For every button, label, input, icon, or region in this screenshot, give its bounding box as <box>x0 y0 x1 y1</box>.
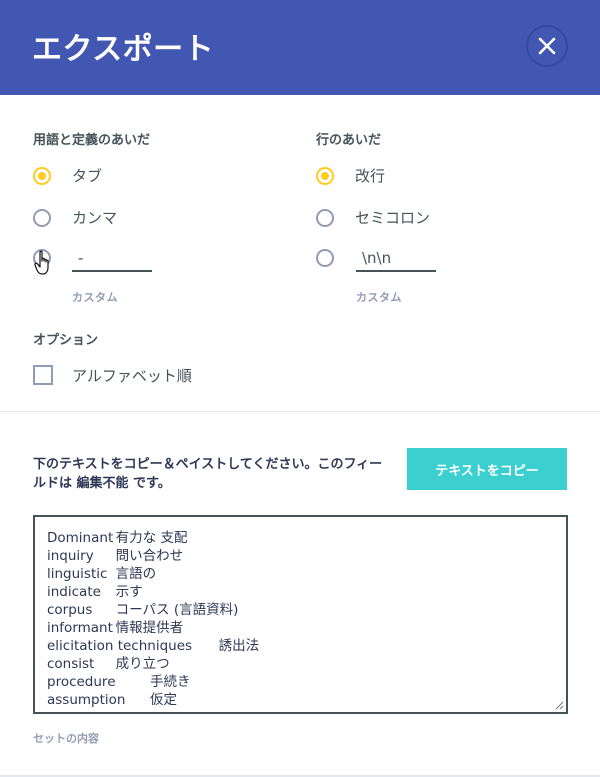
set-contents-caption: セットの内容 <box>33 732 99 745</box>
export-text-row: inquiry 問い合わせ <box>47 547 554 565</box>
export-text-row: corpus コーパス (言語資料) <box>47 601 554 619</box>
radio-row-custom-indicator[interactable] <box>316 249 334 267</box>
term-custom-input[interactable] <box>72 246 152 272</box>
dialog-title: エクスポート <box>32 32 215 67</box>
export-text-row: assumption 仮定 <box>47 691 554 709</box>
export-definition: 仮定 <box>150 692 177 708</box>
export-term: consist <box>47 656 95 672</box>
export-term: assumption <box>47 692 126 708</box>
export-term: indicate <box>47 584 101 600</box>
radio-term-custom[interactable] <box>33 249 51 267</box>
export-text-row: informant 情報提供者 <box>47 619 554 637</box>
radio-newline-indicator[interactable] <box>316 166 334 185</box>
export-definition: 問い合わせ <box>115 548 184 564</box>
radio-term-custom-indicator[interactable] <box>33 249 51 267</box>
export-definition: 情報提供者 <box>115 620 184 636</box>
export-definition: 手続き <box>150 674 191 690</box>
export-text-row: consist 成り立つ <box>47 655 554 673</box>
alphabetical-label: アルファベット順 <box>72 367 192 385</box>
row-custom-input[interactable] <box>356 246 436 272</box>
term-separator-label: 用語と定義のあいだ <box>33 133 151 148</box>
export-definition: 成り立つ <box>115 656 170 672</box>
radio-newline[interactable]: 改行 <box>316 165 385 186</box>
export-term: informant <box>47 620 113 636</box>
radio-tab-indicator[interactable] <box>33 166 51 185</box>
export-term: procedure <box>47 674 116 690</box>
close-button[interactable] <box>526 25 568 67</box>
export-text-row: indicate 示す <box>47 583 554 601</box>
term-custom-caption: カスタム <box>72 291 118 304</box>
resize-grip-icon[interactable] <box>554 700 564 710</box>
radio-tab[interactable]: タブ <box>33 165 102 186</box>
export-definition: 言語の <box>115 566 157 582</box>
close-icon <box>538 37 556 55</box>
radio-semicolon[interactable]: セミコロン <box>316 207 430 228</box>
export-definition: 有力な 支配 <box>115 530 188 546</box>
export-term: corpus <box>47 602 93 618</box>
export-text-rows: Dominant 有力な 支配 inquiry 問い合わせ linguistic 言… <box>47 529 554 709</box>
section-divider <box>0 411 600 412</box>
export-definition: コーパス (言語資料) <box>115 602 239 618</box>
copy-text-button[interactable]: テキストをコピー <box>407 448 567 490</box>
export-text-row: Dominant 有力な 支配 <box>47 529 554 547</box>
dialog-header: エクスポート <box>0 0 600 95</box>
export-term: inquiry <box>47 548 94 564</box>
export-term: linguistic <box>47 566 108 582</box>
row-separator-label: 行のあいだ <box>316 133 382 148</box>
radio-tab-label: タブ <box>72 167 103 185</box>
row-custom-caption: カスタム <box>356 291 402 304</box>
export-text-row: linguistic 言語の <box>47 565 554 583</box>
export-textarea[interactable]: Dominant 有力な 支配 inquiry 問い合わせ linguistic 言… <box>33 515 568 714</box>
radio-semicolon-label: セミコロン <box>355 209 431 227</box>
copy-instructions: 下のテキストをコピー＆ペイストしてください。このフィールドは 編集不能 です。 <box>33 457 383 491</box>
radio-comma-indicator[interactable] <box>33 208 51 227</box>
radio-semicolon-indicator[interactable] <box>316 208 334 227</box>
export-text-row: elicitation techniques 誘出法 <box>47 637 554 655</box>
radio-comma-label: カンマ <box>72 209 118 227</box>
export-dialog: エクスポート 用語と定義のあいだ タブ カンマ カスタム 行のあいだ 改行 セミ… <box>0 0 600 777</box>
export-definition: 示す <box>115 584 143 600</box>
options-label: オプション <box>33 333 99 348</box>
export-text-row: procedure 手続き <box>47 673 554 691</box>
export-definition: 誘出法 <box>218 638 260 654</box>
export-term: elicitation techniques <box>47 638 193 654</box>
radio-row-custom[interactable] <box>316 249 334 267</box>
radio-newline-label: 改行 <box>355 167 386 185</box>
export-term: Dominant <box>47 530 114 546</box>
radio-comma[interactable]: カンマ <box>33 207 117 228</box>
alphabetical-checkbox[interactable] <box>33 365 53 385</box>
